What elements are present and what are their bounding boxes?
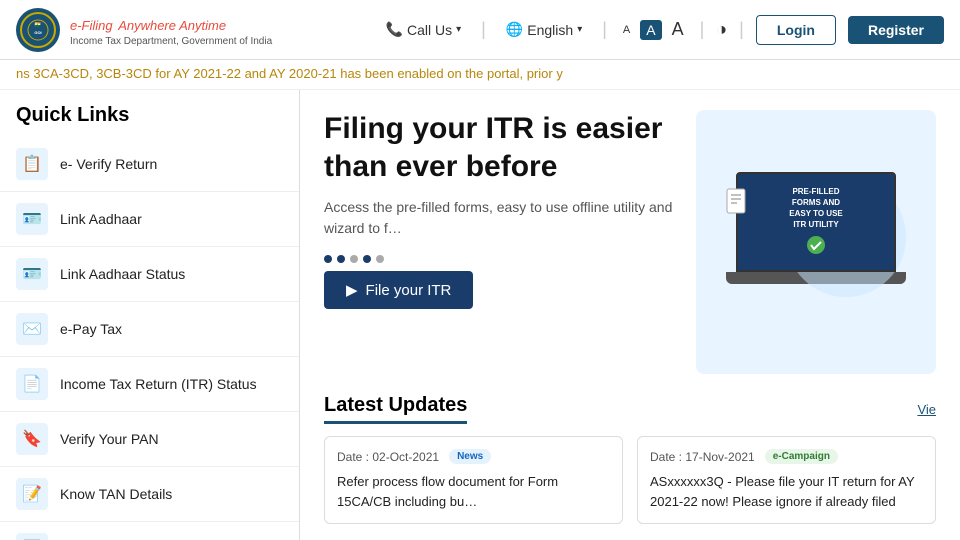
card-text-1: Refer process flow document for Form 15C… <box>337 472 610 511</box>
updates-cards-row: Date : 02-Oct-2021 News Refer process fl… <box>324 436 936 524</box>
sidebar-item-verify-return[interactable]: 📋 e- Verify Return <box>0 137 299 192</box>
contrast-button[interactable]: ◑ <box>716 19 727 40</box>
login-button[interactable]: Login <box>756 15 836 45</box>
sidebar-item-itr-status[interactable]: 📄 Income Tax Return (ITR) Status <box>0 357 299 412</box>
register-button[interactable]: Register <box>848 16 944 44</box>
header: 🇮🇳 GOI e-Filing Anywhere Anytime Income … <box>0 0 960 60</box>
card-date-1: Date : 02-Oct-2021 <box>337 450 439 464</box>
logo-tagline: Anywhere Anytime <box>118 18 226 33</box>
sidebar-item-know-tan-label: Know TAN Details <box>60 485 172 503</box>
document-icon-1 <box>724 187 748 220</box>
sidebar-item-verify-return-label: e- Verify Return <box>60 155 157 173</box>
sidebar-item-tax-info[interactable]: ℹ️ Tax Information & services <box>0 522 299 540</box>
sidebar-item-itr-status-label: Income Tax Return (ITR) Status <box>60 375 257 393</box>
link-aadhaar-icon: 🪪 <box>16 203 48 235</box>
sidebar-item-know-tan[interactable]: 📝 Know TAN Details <box>0 467 299 522</box>
verify-return-icon: 📋 <box>16 148 48 180</box>
carousel-dot-2[interactable] <box>337 255 345 263</box>
ticker-text: ns 3CA-3CD, 3CB-3CD for AY 2021-22 and A… <box>16 66 563 81</box>
link-aadhaar-status-icon: 🪪 <box>16 258 48 290</box>
update-card-1: Date : 02-Oct-2021 News Refer process fl… <box>324 436 623 524</box>
file-itr-label: File your ITR <box>366 282 452 299</box>
itr-status-icon: 📄 <box>16 368 48 400</box>
sidebar-item-link-aadhaar-status-label: Link Aadhaar Status <box>60 265 185 283</box>
sidebar-item-link-aadhaar[interactable]: 🪪 Link Aadhaar <box>0 192 299 247</box>
updates-header: Latest Updates Vie <box>324 394 936 424</box>
sidebar: Quick Links 📋 e- Verify Return 🪪 Link Aa… <box>0 90 300 540</box>
separator-4: | <box>739 19 744 40</box>
logo-title-text: e-Filing <box>70 18 113 33</box>
phone-icon: 📞 <box>386 21 403 38</box>
language-arrow: ▾ <box>577 24 582 35</box>
separator-1: | <box>481 19 486 40</box>
carousel-dot-3[interactable] <box>350 255 358 263</box>
know-tan-icon: 📝 <box>16 478 48 510</box>
laptop-text: PRE-FILLED FORMS AND EASY TO USE ITR UTI… <box>789 186 843 231</box>
verify-pan-icon: 🔖 <box>16 423 48 455</box>
logo-subtitle: Income Tax Department, Government of Ind… <box>70 36 272 47</box>
sidebar-title: Quick Links <box>0 90 299 137</box>
globe-icon: 🌐 <box>506 21 523 38</box>
card-meta-2: Date : 17-Nov-2021 e-Campaign <box>650 449 923 464</box>
carousel-dot-5[interactable] <box>376 255 384 263</box>
font-controls: A A A <box>619 17 688 42</box>
hero-description: Access the pre-filled forms, easy to use… <box>324 197 676 239</box>
font-large-button[interactable]: A <box>668 17 688 42</box>
laptop-screen-text: PRE-FILLED FORMS AND EASY TO USE ITR UTI… <box>789 186 843 258</box>
hero-image: PRE-FILLED FORMS AND EASY TO USE ITR UTI… <box>696 110 936 374</box>
card-date-2: Date : 17-Nov-2021 <box>650 450 755 464</box>
updates-title: Latest Updates <box>324 394 467 424</box>
laptop-checkmark <box>789 235 843 259</box>
font-medium-button[interactable]: A <box>640 20 661 40</box>
hero-title: Filing your ITR is easier than ever befo… <box>324 110 676 185</box>
sidebar-item-verify-pan[interactable]: 🔖 Verify Your PAN <box>0 412 299 467</box>
sidebar-item-epay-tax-label: e-Pay Tax <box>60 320 122 338</box>
card-meta-1: Date : 02-Oct-2021 News <box>337 449 610 464</box>
content-area: Filing your ITR is easier than ever befo… <box>300 90 960 540</box>
main-layout: Quick Links 📋 e- Verify Return 🪪 Link Aa… <box>0 90 960 540</box>
sidebar-item-verify-pan-label: Verify Your PAN <box>60 430 159 448</box>
tax-info-icon: ℹ️ <box>16 533 48 540</box>
laptop-screen: PRE-FILLED FORMS AND EASY TO USE ITR UTI… <box>736 172 896 272</box>
update-card-2: Date : 17-Nov-2021 e-Campaign ASxxxxxx3Q… <box>637 436 936 524</box>
svg-text:GOI: GOI <box>34 30 41 35</box>
hero-section: Filing your ITR is easier than ever befo… <box>300 90 960 394</box>
logo-text: e-Filing Anywhere Anytime Income Tax Dep… <box>70 13 272 47</box>
carousel-dot-4[interactable] <box>363 255 371 263</box>
language-button[interactable]: 🌐 English ▾ <box>498 17 590 42</box>
government-emblem: 🇮🇳 GOI <box>16 8 60 52</box>
news-ticker: ns 3CA-3CD, 3CB-3CD for AY 2021-22 and A… <box>0 60 960 90</box>
sidebar-item-link-aadhaar-status[interactable]: 🪪 Link Aadhaar Status <box>0 247 299 302</box>
updates-section: Latest Updates Vie Date : 02-Oct-2021 Ne… <box>300 394 960 540</box>
file-icon: ▶ <box>346 281 358 299</box>
view-all-link[interactable]: Vie <box>917 402 936 417</box>
carousel-dots <box>324 255 676 263</box>
logo-title: e-Filing Anywhere Anytime <box>70 13 272 36</box>
laptop-graphic: PRE-FILLED FORMS AND EASY TO USE ITR UTI… <box>716 172 916 312</box>
svg-text:🇮🇳: 🇮🇳 <box>35 21 42 28</box>
call-us-arrow: ▾ <box>456 24 461 35</box>
card-badge-1: News <box>449 449 491 464</box>
language-label: English <box>527 22 573 38</box>
card-badge-2: e-Campaign <box>765 449 838 464</box>
separator-3: | <box>700 19 705 40</box>
call-us-button[interactable]: 📞 Call Us ▾ <box>378 17 470 42</box>
sidebar-item-epay-tax[interactable]: ✉️ e-Pay Tax <box>0 302 299 357</box>
file-itr-button[interactable]: ▶ File your ITR <box>324 271 473 309</box>
logo-area: 🇮🇳 GOI e-Filing Anywhere Anytime Income … <box>16 8 272 52</box>
carousel-dot-1[interactable] <box>324 255 332 263</box>
call-us-label: Call Us <box>407 22 452 38</box>
card-text-2: ASxxxxxx3Q - Please file your IT return … <box>650 472 923 511</box>
epay-tax-icon: ✉️ <box>16 313 48 345</box>
font-small-button[interactable]: A <box>619 22 634 38</box>
sidebar-item-link-aadhaar-label: Link Aadhaar <box>60 210 142 228</box>
hero-text: Filing your ITR is easier than ever befo… <box>324 110 676 374</box>
header-right: 📞 Call Us ▾ | 🌐 English ▾ | A A A | ◑ | … <box>378 15 944 45</box>
separator-2: | <box>602 19 607 40</box>
